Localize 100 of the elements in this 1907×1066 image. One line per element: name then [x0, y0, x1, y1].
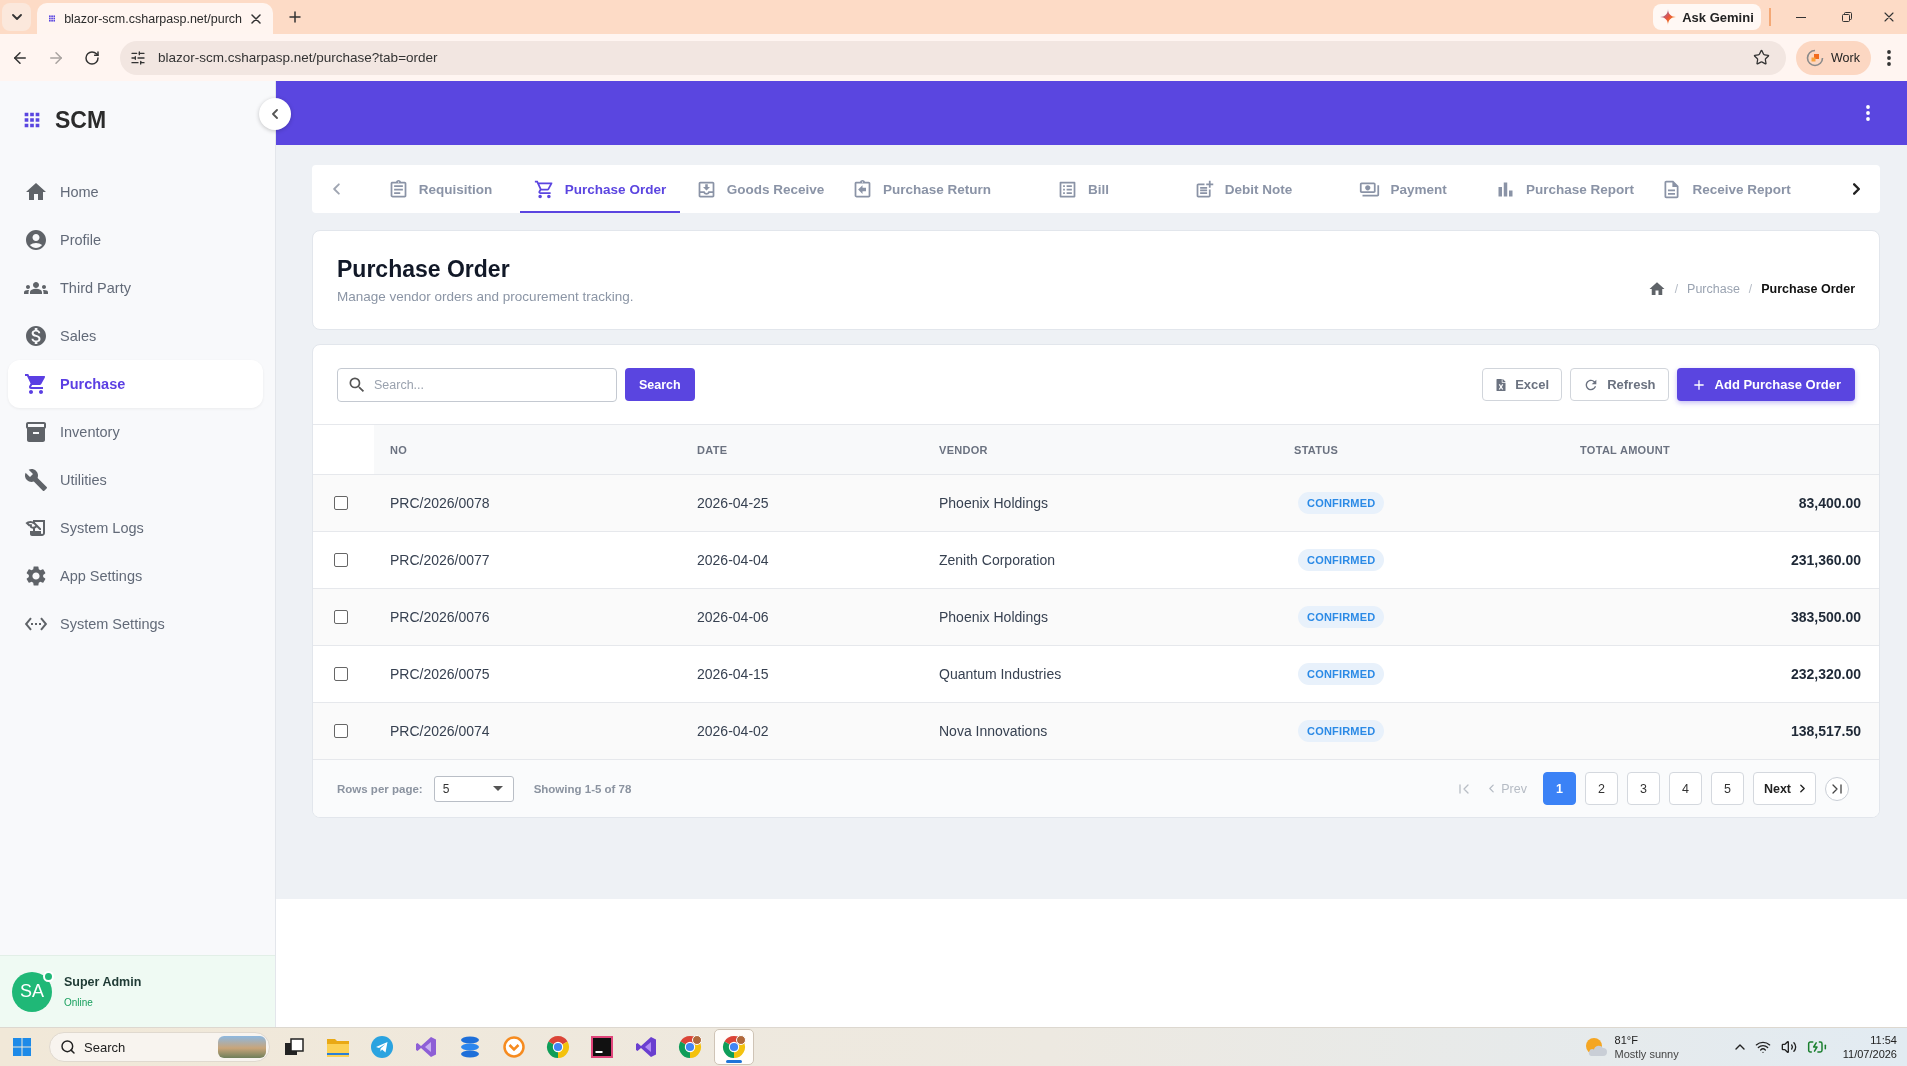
paper-plane-icon[interactable]: [371, 1036, 393, 1058]
archive-box-icon: [24, 420, 48, 444]
avatar-initials: SA: [20, 981, 44, 1002]
chevron-up-icon[interactable]: [1734, 1044, 1745, 1050]
address-bar[interactable]: blazor-scm.csharpasp.net/purchase?tab=order: [120, 40, 1786, 75]
excel-button[interactable]: Excel: [1482, 368, 1563, 401]
tab[interactable]: Debit Note: [1163, 165, 1324, 213]
home-icon[interactable]: [1647, 280, 1666, 298]
chevron-left-icon: [1489, 784, 1495, 793]
refresh-button[interactable]: Refresh: [1570, 368, 1669, 401]
row-checkbox[interactable]: [334, 667, 348, 681]
sidebar-item[interactable]: Inventory: [8, 408, 263, 456]
page-button[interactable]: 3: [1626, 772, 1660, 805]
table-cell-text: PRC/2026/0074: [389, 722, 491, 741]
sidebar-item[interactable]: System Logs: [8, 504, 263, 552]
stacked-disks-icon[interactable]: [460, 1036, 480, 1058]
column-header: STATUS: [1278, 425, 1564, 474]
sidebar-item[interactable]: App Settings: [8, 552, 263, 600]
status-badge: CONFIRMED: [1298, 663, 1385, 685]
search-button[interactable]: Search: [625, 368, 695, 401]
tab[interactable]: Purchase Return: [840, 165, 1004, 213]
status-badge: CONFIRMED: [1298, 492, 1385, 514]
row-checkbox[interactable]: [334, 724, 348, 738]
tab[interactable]: Receive Report: [1646, 165, 1807, 213]
folder-icon[interactable]: [326, 1036, 350, 1058]
breadcrumb-separator: /: [1674, 282, 1679, 296]
page-button[interactable]: 2: [1584, 772, 1618, 805]
table-cell-text: Phoenix Holdings: [938, 494, 1049, 513]
tab[interactable]: Purchase Order: [520, 165, 680, 213]
restore-icon[interactable]: [1842, 12, 1852, 22]
weather-temperature: 81°F: [1614, 1034, 1639, 1046]
task-view-icon[interactable]: [284, 1037, 304, 1057]
add-button[interactable]: Add Purchase Order: [1676, 368, 1855, 401]
settings-icon: [24, 564, 48, 588]
row-checkbox[interactable]: [334, 553, 348, 567]
page-button[interactable]: 5: [1710, 772, 1744, 805]
spreadsheet-file-icon: [1495, 378, 1508, 391]
tab[interactable]: Payment: [1323, 165, 1484, 213]
app-grid-icon: [49, 13, 56, 24]
clock-date: 11/07/2026: [1842, 1048, 1897, 1060]
rows-per-page-select[interactable]: 5: [433, 775, 514, 802]
wrench-icon: [24, 468, 48, 492]
row-checkbox[interactable]: [334, 610, 348, 624]
last-page-button[interactable]: [1825, 776, 1849, 801]
tab[interactable]: Purchase Report: [1483, 165, 1647, 213]
browser-profile-icon[interactable]: [678, 1035, 702, 1059]
table-cell-text: PRC/2026/0077: [389, 551, 491, 570]
speaker-icon[interactable]: [1780, 1039, 1797, 1055]
clock-time: 11:54: [1870, 1034, 1897, 1046]
table-cell-text: Phoenix Holdings: [938, 608, 1049, 627]
sidebar-item[interactable]: Third Party: [8, 264, 263, 312]
dollar-coin-icon: [24, 324, 48, 348]
start-icon[interactable]: [13, 1038, 31, 1056]
sidebar-item[interactable]: Home: [8, 168, 263, 216]
page-title: Purchase Order: [337, 256, 511, 283]
more-options-icon[interactable]: [1887, 49, 1891, 66]
row-checkbox[interactable]: [334, 496, 348, 510]
sidebar-item[interactable]: Purchase: [8, 360, 263, 408]
chevron-right-icon: [1800, 784, 1805, 793]
profile-icon: [1806, 48, 1824, 67]
plus-icon[interactable]: [289, 11, 301, 23]
breadcrumb-current: Purchase Order: [1761, 282, 1855, 296]
loop-logo-icon[interactable]: [415, 1036, 437, 1058]
site-settings-icon[interactable]: [130, 49, 146, 66]
sidebar-item[interactable]: Utilities: [8, 456, 263, 504]
cart-icon: [533, 178, 555, 200]
next-button[interactable]: Next: [1752, 772, 1816, 805]
photo-placeholder: [218, 1036, 266, 1058]
wifi-icon[interactable]: [1754, 1039, 1771, 1055]
tab-list-button[interactable]: [2, 3, 31, 31]
sidebar-item[interactable]: System Settings: [8, 600, 263, 648]
star-icon[interactable]: [1753, 49, 1770, 66]
browser-profile-icon[interactable]: [722, 1035, 746, 1059]
rows-per-page-label: Rows per page:: [337, 782, 423, 795]
page-button[interactable]: 1: [1542, 772, 1576, 805]
status-badge: CONFIRMED: [1298, 720, 1385, 742]
table-cell-text: 2026-04-06: [696, 608, 770, 627]
chevron-right-icon[interactable]: [1852, 183, 1860, 195]
table-cell-text: 383,500.00: [1789, 608, 1862, 627]
close-icon[interactable]: [1883, 12, 1894, 22]
sidebar-item[interactable]: Sales: [8, 312, 263, 360]
loop-logo-icon[interactable]: [635, 1036, 657, 1058]
sidebar-item[interactable]: Profile: [8, 216, 263, 264]
dark-square-logo-icon[interactable]: [591, 1036, 613, 1058]
close-icon[interactable]: [251, 13, 261, 24]
gemini-button[interactable]: Ask Gemini: [1653, 4, 1761, 30]
profile-button[interactable]: Work: [1796, 40, 1871, 75]
table-cell-text: 2026-04-25: [696, 494, 770, 513]
tab[interactable]: Bill: [1003, 165, 1164, 213]
browser-logo-icon[interactable]: [546, 1035, 570, 1059]
page-summary: Showing 1-5 of 78: [533, 782, 632, 795]
more-options-icon[interactable]: [1866, 105, 1870, 121]
page-button[interactable]: 4: [1668, 772, 1702, 805]
column-header: NO: [374, 425, 681, 474]
tab[interactable]: Requisition: [360, 165, 520, 213]
reload-icon[interactable]: [84, 49, 100, 66]
tab[interactable]: Goods Receive: [680, 165, 840, 213]
search-field[interactable]: Search...: [337, 367, 617, 402]
minimize-icon[interactable]: [1796, 16, 1806, 18]
browser-tab[interactable]: blazor-scm.csharpasp.net/purch: [37, 3, 273, 34]
